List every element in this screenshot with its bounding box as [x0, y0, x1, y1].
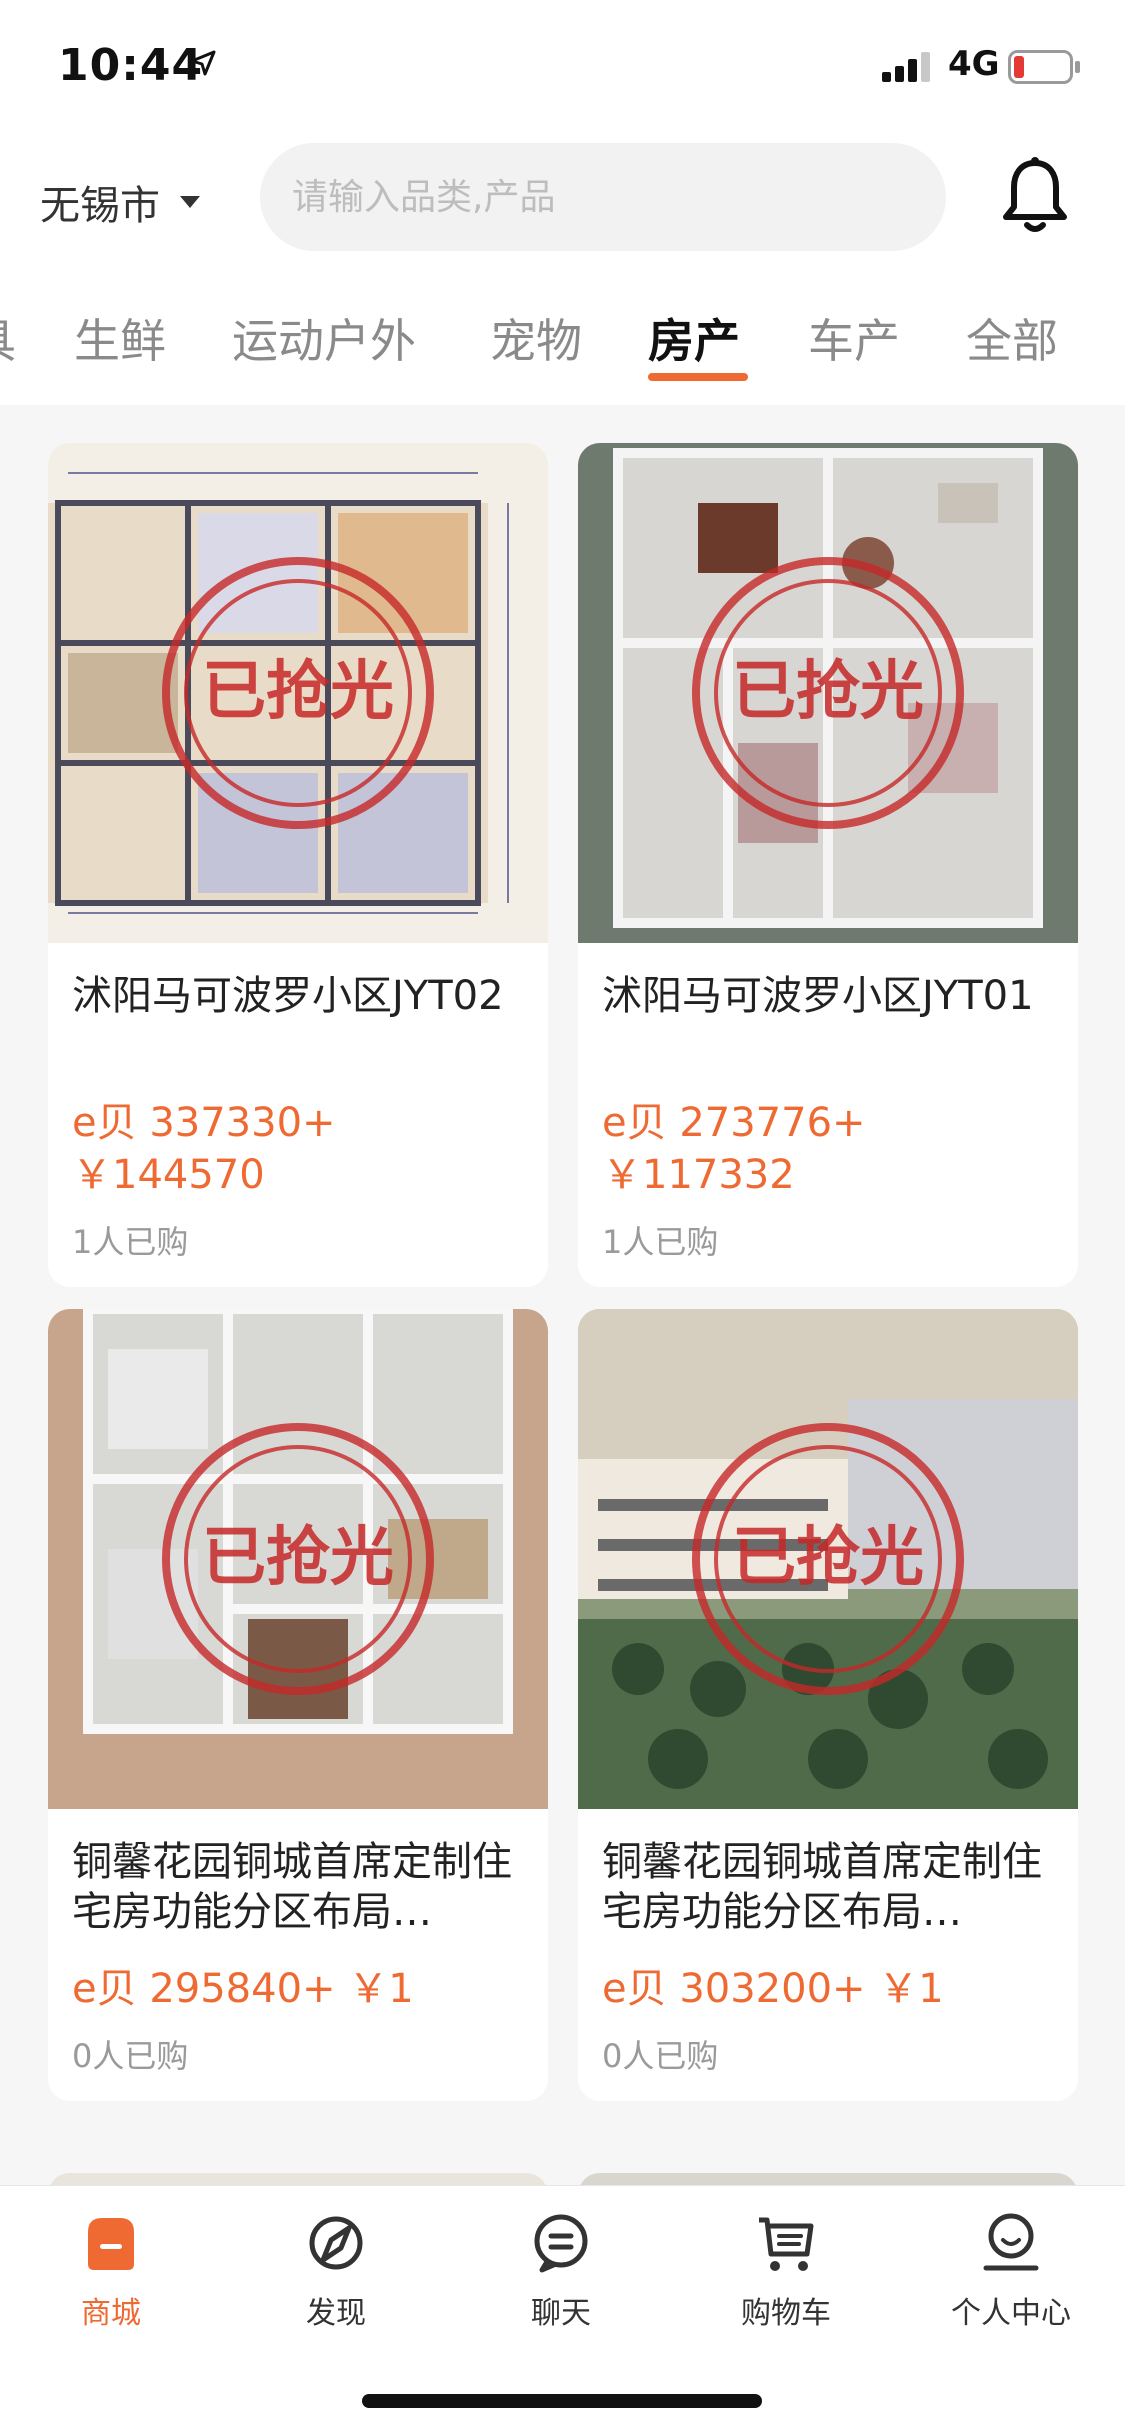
tab-vehicles[interactable]: 车产	[808, 305, 900, 371]
sold-out-stamp: 已抢光	[692, 557, 964, 829]
nav-cart[interactable]: 购物车	[696, 2208, 876, 2332]
nav-profile[interactable]: 个人中心	[921, 2208, 1101, 2332]
product-price: e贝 337330+ ￥144570	[72, 1100, 336, 1198]
tab-outdoor-sports[interactable]: 运动户外	[232, 305, 416, 371]
product-grid: 已抢光 沭阳马可波罗小区JYT02 e贝 337330+ ￥144570 1人已…	[0, 405, 1125, 2185]
shop-icon	[88, 2218, 134, 2270]
search-input[interactable]	[292, 176, 946, 218]
nav-label: 发现	[306, 2296, 366, 2331]
app-screen: 10:44 4G 无锡市 具	[0, 0, 1125, 2436]
tab-fresh[interactable]: 生鲜	[74, 305, 166, 371]
nav-label: 个人中心	[951, 2296, 1071, 2331]
product-card[interactable]: 已抢光 沭阳马可波罗小区JYT02 e贝 337330+ ￥144570 1人已…	[48, 443, 548, 1287]
sold-out-stamp: 已抢光	[162, 557, 434, 829]
stamp-text: 已抢光	[202, 655, 394, 729]
product-card[interactable]: 已抢光 沭阳马可波罗小区JYT01 e贝 273776+ ￥117332 1人已…	[578, 443, 1078, 1287]
tab-all[interactable]: 全部	[966, 305, 1058, 371]
product-image-partial	[578, 2173, 1078, 2185]
product-title: 沭阳马可波罗小区JYT01	[602, 973, 1034, 1019]
sold-out-stamp: 已抢光	[162, 1423, 434, 1695]
category-tabs: 具 生鲜 运动户外 宠物 房产 车产 全部	[0, 265, 1125, 405]
status-bar: 10:44 4G	[0, 0, 1125, 135]
product-sold-count: 1人已购	[602, 1223, 719, 1261]
network-label: 4G	[948, 44, 1000, 84]
profile-icon	[983, 2213, 1039, 2271]
product-card-partial[interactable]	[578, 2173, 1078, 2185]
tab-tools[interactable]: 具	[0, 305, 16, 371]
battery-icon	[1008, 50, 1080, 84]
nav-shop[interactable]: 商城	[21, 2208, 201, 2332]
search-bar[interactable]	[260, 143, 946, 251]
active-tab-indicator	[648, 373, 748, 381]
header: 无锡市	[0, 135, 1125, 265]
nav-discover[interactable]: 发现	[246, 2208, 426, 2332]
status-time: 10:44	[58, 40, 204, 91]
tab-real-estate[interactable]: 房产	[648, 305, 740, 371]
product-price: e贝 273776+ ￥117332	[602, 1100, 866, 1198]
tab-pets[interactable]: 宠物	[490, 305, 582, 371]
product-image-apartment-model: 已抢光	[578, 443, 1078, 943]
bell-icon[interactable]	[1000, 155, 1070, 235]
nav-label: 购物车	[741, 2296, 831, 2331]
product-card[interactable]: 已抢光 铜馨花园铜城首席定制住宅房功能分区布局… e贝 303200+ ￥1 0…	[578, 1309, 1078, 2101]
product-card-partial[interactable]	[48, 2173, 548, 2185]
discover-icon	[309, 2216, 363, 2270]
product-card[interactable]: 已抢光 铜馨花园铜城首席定制住宅房功能分区布局… e贝 295840+ ￥1 0…	[48, 1309, 548, 2101]
product-title: 铜馨花园铜城首席定制住宅房功能分区布局…	[72, 1839, 512, 1935]
product-price: e贝 303200+ ￥1	[602, 1966, 944, 2012]
stamp-text: 已抢光	[732, 655, 924, 729]
product-image-apartment-model-2: 已抢光	[48, 1309, 548, 1809]
product-title: 沭阳马可波罗小区JYT02	[72, 973, 504, 1019]
nav-label: 聊天	[531, 2296, 591, 2331]
product-sold-count: 0人已购	[602, 2037, 719, 2075]
nav-label: 商城	[81, 2296, 141, 2331]
stamp-text: 已抢光	[732, 1521, 924, 1595]
chevron-down-icon	[180, 196, 200, 208]
city-label: 无锡市	[40, 183, 160, 229]
product-image-partial	[48, 2173, 548, 2185]
nav-chat[interactable]: 聊天	[471, 2208, 651, 2332]
product-image-estate-model: 已抢光	[578, 1309, 1078, 1809]
location-arrow-icon	[190, 50, 216, 76]
product-sold-count: 1人已购	[72, 1223, 189, 1261]
cart-icon	[759, 2217, 814, 2271]
product-price: e贝 295840+ ￥1	[72, 1966, 414, 2012]
chat-icon	[534, 2214, 588, 2273]
product-image-floor-plan: 已抢光	[48, 443, 548, 943]
signal-icon	[882, 52, 930, 82]
city-selector[interactable]: 无锡市	[40, 173, 200, 231]
product-title: 铜馨花园铜城首席定制住宅房功能分区布局…	[602, 1839, 1042, 1935]
product-sold-count: 0人已购	[72, 2037, 189, 2075]
stamp-text: 已抢光	[202, 1521, 394, 1595]
sold-out-stamp: 已抢光	[692, 1423, 964, 1695]
home-indicator[interactable]	[362, 2394, 762, 2408]
